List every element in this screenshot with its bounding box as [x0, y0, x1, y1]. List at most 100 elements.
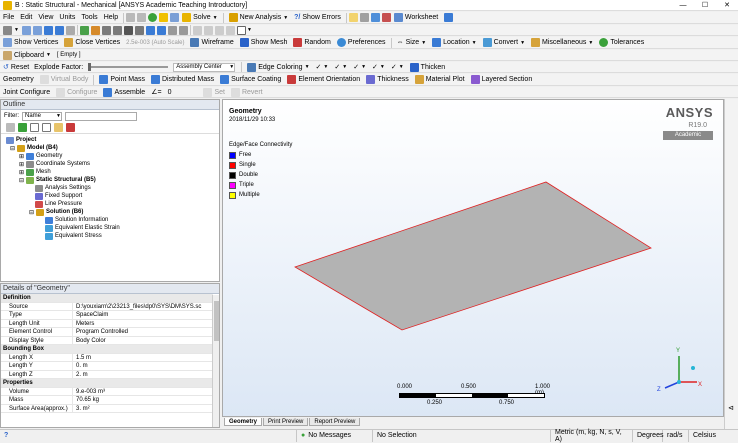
status-temp[interactable]: Celsius [689, 430, 720, 442]
chart-icon[interactable] [381, 13, 391, 22]
maximize-button[interactable]: ☐ [694, 1, 716, 9]
show-errors-button[interactable]: ?/Show Errors [291, 12, 344, 23]
legend-toggle-icon[interactable] [214, 25, 224, 35]
pan-icon[interactable] [90, 25, 100, 35]
collapse-toggle-icon[interactable]: ⊟ [29, 209, 34, 216]
thicken-button[interactable]: Thicken [407, 62, 449, 72]
explode-slider[interactable] [88, 63, 169, 71]
joint-configure-menu[interactable]: Joint Configure [0, 87, 53, 97]
layered-section-button[interactable]: Layered Section [468, 74, 536, 85]
status-angle[interactable]: Degrees [633, 429, 663, 442]
status-help[interactable]: ? [0, 429, 297, 442]
tree-item-solution[interactable]: ⊟ Solution (B6) [29, 208, 83, 216]
tab-geometry[interactable]: Geometry [224, 418, 263, 426]
tree-item-mesh[interactable]: ⊞ Mesh [19, 168, 51, 176]
filter-select[interactable]: Name ▼ [22, 111, 62, 121]
tree-item-equivalent-stress[interactable]: Equivalent Stress [45, 232, 102, 240]
expand-toggle-icon[interactable]: ⊞ [19, 161, 24, 168]
edge-select-icon[interactable] [32, 25, 42, 35]
convert-button[interactable]: Convert ▼ [480, 37, 528, 48]
expand-toggle-icon[interactable]: ⊞ [19, 153, 24, 160]
minimize-button[interactable]: — [672, 2, 694, 9]
tree-item-model[interactable]: ⊟ Model (B4) [10, 144, 58, 152]
details-group-properties[interactable]: Properties [1, 379, 213, 388]
clipboard-button[interactable]: Clipboard ▼ [0, 50, 54, 60]
edge-coloring-button[interactable]: Edge Coloring ▼ [244, 62, 312, 72]
edge-tool-1[interactable]: ✓ ▼ [313, 62, 332, 72]
edge-tool-3[interactable]: ✓ ▼ [350, 62, 369, 72]
show-vertices-button[interactable]: Show Vertices [0, 37, 61, 48]
tolerances-button[interactable]: Tolerances [596, 37, 647, 48]
plate-surface[interactable] [294, 181, 652, 331]
pin-icon[interactable]: ⊲ [728, 404, 734, 412]
menu-edit[interactable]: Edit [17, 12, 35, 23]
close-vertices-value[interactable]: 2.5e-003 (Auto Scale) [123, 40, 187, 46]
tree-item-solution-information[interactable]: Solution Information [45, 216, 108, 224]
point-mass-button[interactable]: Point Mass [96, 74, 148, 85]
refresh-icon[interactable] [170, 13, 180, 22]
object-icon[interactable] [18, 123, 27, 132]
tree-item-fixed-support[interactable]: Fixed Support [35, 192, 82, 200]
menu-units[interactable]: Units [56, 12, 78, 23]
revert-button[interactable]: Revert [228, 87, 266, 97]
miscellaneous-button[interactable]: Miscellaneous ▼ [528, 37, 596, 48]
tree-item-line-pressure[interactable]: Line Pressure [35, 200, 82, 208]
fit-icon[interactable] [123, 25, 133, 35]
explode-slider-thumb[interactable] [88, 63, 92, 71]
details-group-bounding-box[interactable]: Bounding Box [1, 345, 213, 354]
menu-view[interactable]: View [35, 12, 56, 23]
iso-view-icon[interactable] [167, 25, 177, 35]
random-button[interactable]: Random [290, 37, 333, 48]
details-group-definition[interactable]: Definition [1, 294, 213, 303]
tree-item-equivalent-elastic-strain[interactable]: Equivalent Elastic Strain [45, 224, 120, 232]
orientation-icon[interactable] [192, 25, 202, 35]
vertex-select-icon[interactable] [21, 25, 31, 35]
thickness-button[interactable]: Thickness [363, 74, 412, 85]
box-zoom-icon[interactable] [112, 25, 122, 35]
status-units[interactable]: Metric (m, kg, N, s, V, A) [551, 429, 633, 443]
expand-icon[interactable] [30, 123, 39, 132]
tree-item-analysis-settings[interactable]: Analysis Settings [35, 184, 91, 192]
redo-icon[interactable] [137, 13, 147, 22]
expand-all-icon[interactable] [6, 123, 15, 132]
collapse-toggle-icon[interactable]: ⊟ [10, 145, 15, 152]
geometry-menu[interactable]: Geometry [0, 74, 37, 85]
surface-coating-button[interactable]: Surface Coating [217, 74, 284, 85]
element-orientation-button[interactable]: Element Orientation [284, 74, 363, 85]
display-box-icon[interactable] [236, 25, 246, 35]
check-icon[interactable] [148, 13, 158, 22]
view-ruler-icon[interactable] [203, 25, 213, 35]
details-row-display-style[interactable]: Display Style Body Color [1, 336, 213, 345]
details-row-length-unit[interactable]: Length Unit Meters [1, 319, 213, 328]
edge-tool-4[interactable]: ✓ ▼ [369, 62, 388, 72]
triad-icon[interactable] [225, 25, 235, 35]
zoom-icon[interactable] [101, 25, 111, 35]
virtual-body-button[interactable]: Virtual Body [37, 74, 92, 85]
edge-tool-5[interactable]: ✓ ▼ [388, 62, 407, 72]
distributed-mass-button[interactable]: Distributed Mass [148, 74, 217, 85]
close-vertices-button[interactable]: Close Vertices [61, 37, 123, 48]
filter-search-input[interactable] [65, 111, 137, 121]
next-view-icon[interactable] [156, 25, 166, 35]
tab-report-preview[interactable]: Report Preview [309, 418, 361, 426]
reset-button[interactable]: ↺ Reset [0, 62, 32, 72]
set-view-icon[interactable] [178, 25, 188, 35]
status-messages[interactable]: ● No Messages [297, 429, 373, 442]
magnifier-icon[interactable] [134, 25, 144, 35]
tree-item-coordinate-systems[interactable]: ⊞ Coordinate Systems [19, 160, 90, 168]
assembly-center-select[interactable]: Assembly Center ▼ [173, 62, 236, 72]
axis-triad[interactable] [655, 348, 703, 396]
material-plot-button[interactable]: Material Plot [412, 74, 468, 85]
tree-item-static-structural[interactable]: ⊟ Static Structural (B5) [19, 176, 96, 184]
collapse-toggle-icon[interactable]: ⊟ [19, 177, 24, 184]
close-button[interactable]: ✕ [716, 1, 738, 9]
folder-icon[interactable] [54, 123, 63, 132]
graphics-viewport[interactable]: Geometry 2018/11/29 10:33 ANSYS R19.0 Ac… [222, 99, 724, 417]
collapse-icon[interactable] [42, 123, 51, 132]
show-mesh-button[interactable]: Show Mesh [237, 37, 291, 48]
node-select-icon[interactable] [65, 25, 75, 35]
rotate-icon[interactable] [79, 25, 89, 35]
details-scroll-thumb[interactable] [214, 301, 219, 341]
edge-tool-2[interactable]: ✓ ▼ [331, 62, 350, 72]
cursor-icon[interactable] [444, 13, 454, 22]
